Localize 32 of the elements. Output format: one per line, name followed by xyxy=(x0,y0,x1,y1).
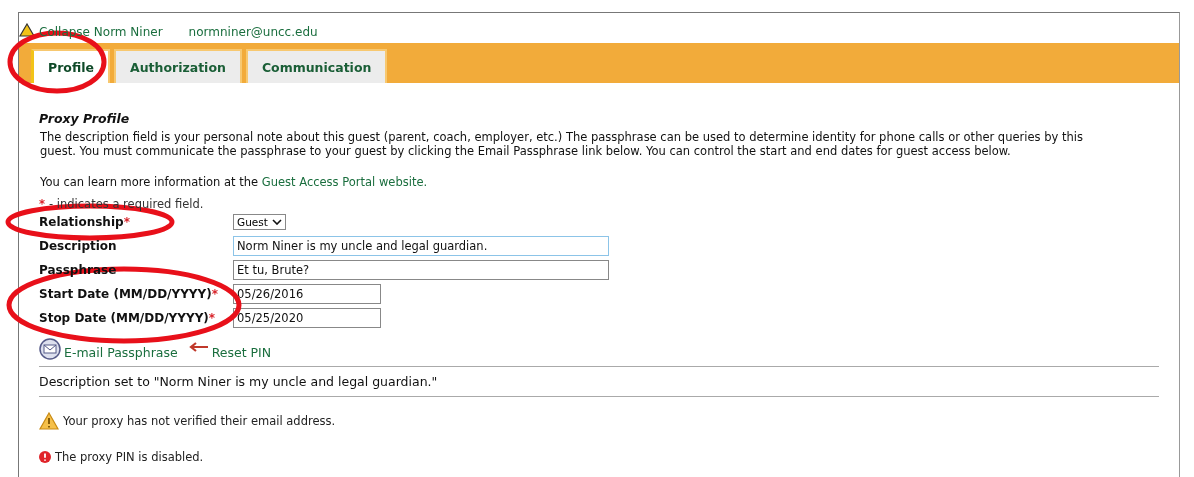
field-label: Description xyxy=(39,239,117,253)
field-label: Relationship xyxy=(39,215,124,229)
input-field[interactable]: Norm Niner is my uncle and legal guardian. xyxy=(233,236,609,256)
field-label: Start Date (MM/DD/YYYY) xyxy=(39,287,212,301)
relationship-select[interactable]: Guest xyxy=(233,214,286,230)
field-label: Stop Date (MM/DD/YYYY) xyxy=(39,311,209,325)
input-field[interactable]: Et tu, Brute? xyxy=(233,260,609,280)
tab[interactable]: Communication xyxy=(245,49,388,83)
arrow-left-icon[interactable] xyxy=(188,341,209,352)
status-message: Description set to "Norm Niner is my uncle and legal guardian." xyxy=(39,366,1159,397)
required-marker: * xyxy=(208,311,216,325)
required-marker: * xyxy=(123,215,130,229)
section-title: Proxy Profile xyxy=(39,111,131,126)
learn-more-text: You can learn more information at the Guest Access Portal website. xyxy=(40,175,429,189)
intro-text: The description field is your personal note about this guest (parent, coach, employer, etc.) The passphrase can be used to determine identity for phone calls or other queries by this guest. You must communicate the passphrase to your guest by clicking the Email Passphrase link below. You can control the start and end dates for guest access below. xyxy=(40,130,1084,158)
date-field[interactable]: 05/25/2020 xyxy=(233,308,381,328)
chevron-icon xyxy=(271,219,282,225)
email-passphrase-link[interactable]: E-mail Passphrase xyxy=(64,345,178,360)
notice-text: The proxy PIN is disabled. xyxy=(55,450,204,464)
reset-pin-link[interactable]: Reset PIN xyxy=(211,345,272,360)
required-marker: * xyxy=(211,287,218,301)
required-marker: * xyxy=(39,197,45,211)
portal-link[interactable]: Guest Access Portal website. xyxy=(261,175,428,189)
tab[interactable]: Authorization xyxy=(113,49,242,83)
error-icon xyxy=(39,451,51,463)
tab[interactable]: Profile xyxy=(31,49,110,83)
date-field[interactable]: 05/26/2016 xyxy=(233,284,381,304)
warning-icon xyxy=(39,412,59,430)
warning-icon[interactable] xyxy=(19,22,35,37)
email-text: normniner@uncc.edu xyxy=(188,25,318,39)
envelope-icon[interactable] xyxy=(39,337,61,360)
notice-text: Your proxy has not verified their email address. xyxy=(63,414,336,428)
